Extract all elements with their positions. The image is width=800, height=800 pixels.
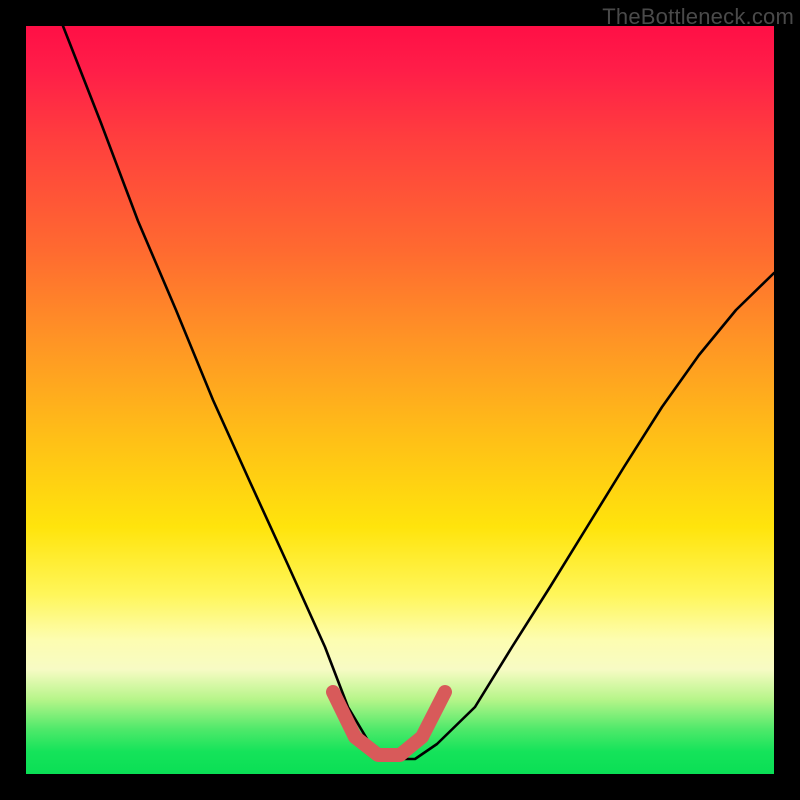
curve-path — [63, 26, 774, 759]
watermark-text: TheBottleneck.com — [602, 4, 794, 30]
chart-frame: TheBottleneck.com — [0, 0, 800, 800]
bottleneck-curve — [26, 26, 774, 774]
highlight-path — [333, 692, 445, 755]
plot-area — [26, 26, 774, 774]
